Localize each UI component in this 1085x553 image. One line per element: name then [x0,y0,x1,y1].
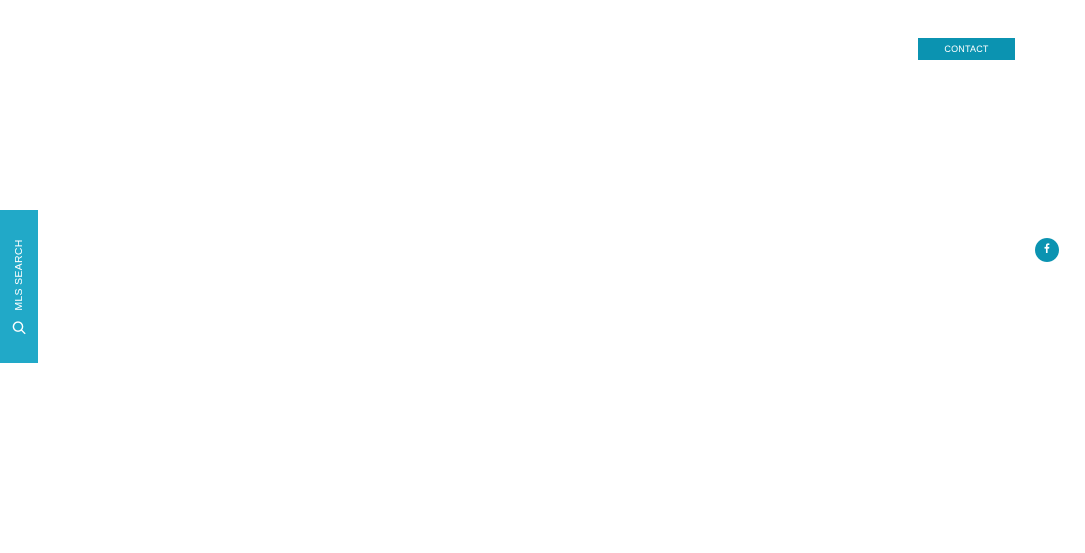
facebook-link[interactable] [1035,238,1059,262]
contact-button[interactable]: CONTACT [918,38,1015,60]
contact-button-label: CONTACT [944,44,989,54]
mls-search-label: MLS SEARCH [13,238,25,311]
mls-search-content: MLS SEARCH [12,239,26,334]
facebook-icon [1041,241,1053,259]
page: CONTACT MLS SEARCH [0,0,1085,553]
search-icon [12,320,26,334]
mls-search-tab[interactable]: MLS SEARCH [0,210,38,363]
